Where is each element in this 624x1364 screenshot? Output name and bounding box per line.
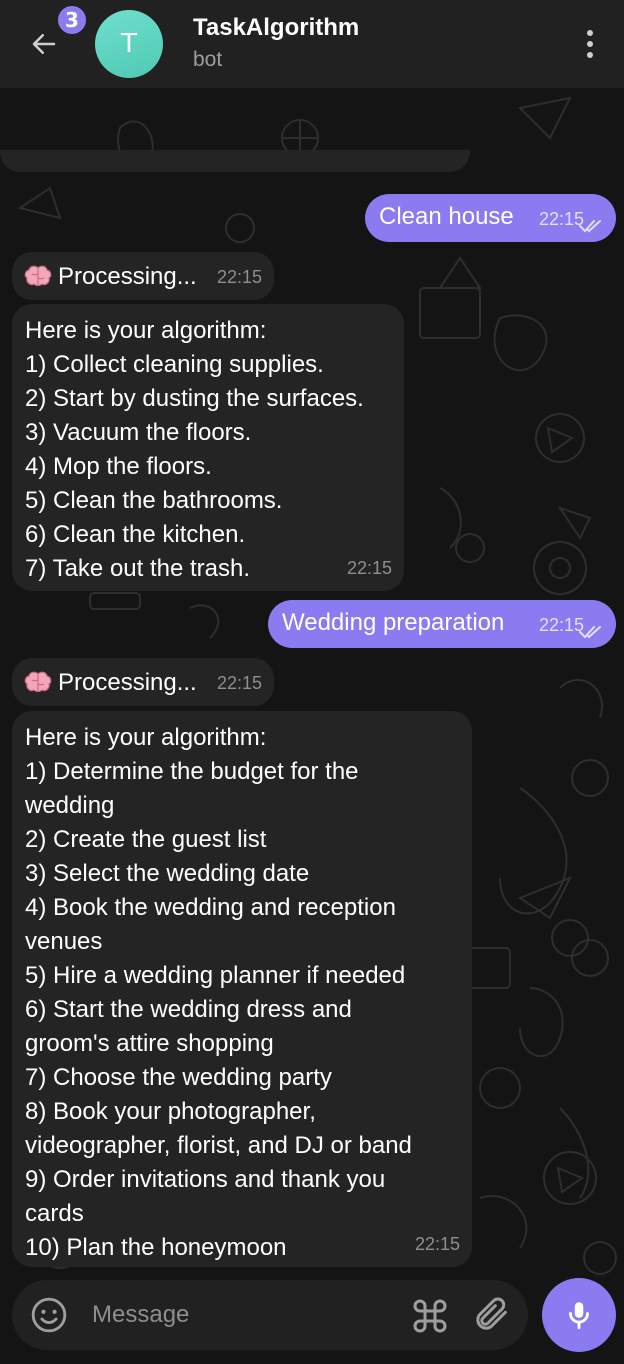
incoming-message[interactable]: Processing... 22:15 [12, 658, 274, 706]
message-line: Here is your algorithm: [25, 317, 267, 344]
message-line: 3) Vacuum the floors. [25, 419, 252, 446]
message-line: 4) Book the wedding and reception [25, 894, 396, 921]
chat-title[interactable]: TaskAlgorithm [193, 14, 359, 42]
message-time: 22:15 [216, 673, 262, 693]
message-line: groom's attire shopping [25, 1030, 274, 1057]
message-text: Processing... [58, 263, 197, 290]
message-line: 1) Determine the budget for the [25, 758, 359, 785]
bot-commands-icon[interactable] [410, 1296, 450, 1336]
message-line: 4) Mop the floors. [25, 453, 212, 480]
emoji-icon[interactable] [30, 1296, 68, 1334]
previous-message-partial [0, 150, 470, 172]
message-line: 7) Take out the trash. [25, 555, 251, 582]
unread-count-badge: 3 [56, 4, 88, 36]
message-text: Clean house [379, 203, 514, 230]
processing-row: Processing... [24, 260, 197, 294]
message-line: cards [25, 1200, 84, 1227]
message-text: Here is your algorithm: 1) Determine the… [25, 721, 412, 1265]
message-line: 7) Choose the wedding party [25, 1064, 332, 1091]
message-line: 9) Order invitations and thank you [25, 1166, 386, 1193]
message-line: Here is your algorithm: [25, 724, 267, 751]
dot-icon [587, 52, 593, 58]
message-text: Here is your algorithm: 1) Collect clean… [25, 314, 364, 586]
message-line: 5) Clean the bathrooms. [25, 487, 283, 514]
voice-message-button[interactable] [542, 1278, 616, 1352]
processing-row: Processing... [24, 666, 197, 700]
message-line: venues [25, 928, 103, 955]
message-time: 22:15 [216, 267, 262, 287]
message-text: Processing... [58, 669, 197, 696]
outgoing-message[interactable]: Clean house 22:15 [365, 194, 616, 242]
more-options-button[interactable] [580, 26, 600, 62]
message-time: 22:15 [414, 1234, 460, 1254]
message-line: 1) Collect cleaning supplies. [25, 351, 324, 378]
dot-icon [587, 30, 593, 36]
avatar[interactable]: T [95, 10, 163, 78]
double-check-icon [579, 220, 601, 233]
message-text: Wedding preparation [282, 609, 505, 636]
brain-icon [24, 671, 52, 693]
incoming-message[interactable]: Here is your algorithm: 1) Determine the… [12, 711, 472, 1267]
message-list[interactable]: Clean house 22:15 Processing... 22:15 He… [0, 88, 624, 1364]
message-line: 6) Clean the kitchen. [25, 521, 246, 548]
chat-subtitle: bot [193, 48, 223, 71]
message-line: videographer, florist, and DJ or band [25, 1132, 412, 1159]
message-composer [12, 1280, 528, 1350]
message-time: 22:15 [346, 558, 392, 578]
message-line: wedding [25, 792, 115, 819]
message-line: 3) Select the wedding date [25, 860, 310, 887]
arrow-left-icon [32, 34, 56, 54]
incoming-message[interactable]: Processing... 22:15 [12, 252, 274, 300]
brain-icon [24, 265, 52, 287]
outgoing-message[interactable]: Wedding preparation 22:15 [268, 600, 616, 648]
message-line: 6) Start the wedding dress and [25, 996, 352, 1023]
double-check-icon [579, 626, 601, 639]
message-input[interactable] [92, 1292, 392, 1338]
paperclip-icon[interactable] [472, 1294, 512, 1334]
message-line: 10) Plan the honeymoon [25, 1234, 287, 1261]
message-line: 2) Create the guest list [25, 826, 267, 853]
dot-icon [587, 41, 593, 47]
message-line: 5) Hire a wedding planner if needed [25, 962, 406, 989]
message-line: 8) Book your photographer, [25, 1098, 316, 1125]
message-line: 2) Start by dusting the surfaces. [25, 385, 364, 412]
chat-header: 3 T TaskAlgorithm bot [0, 0, 624, 88]
microphone-icon [569, 1302, 589, 1330]
incoming-message[interactable]: Here is your algorithm: 1) Collect clean… [12, 304, 404, 591]
